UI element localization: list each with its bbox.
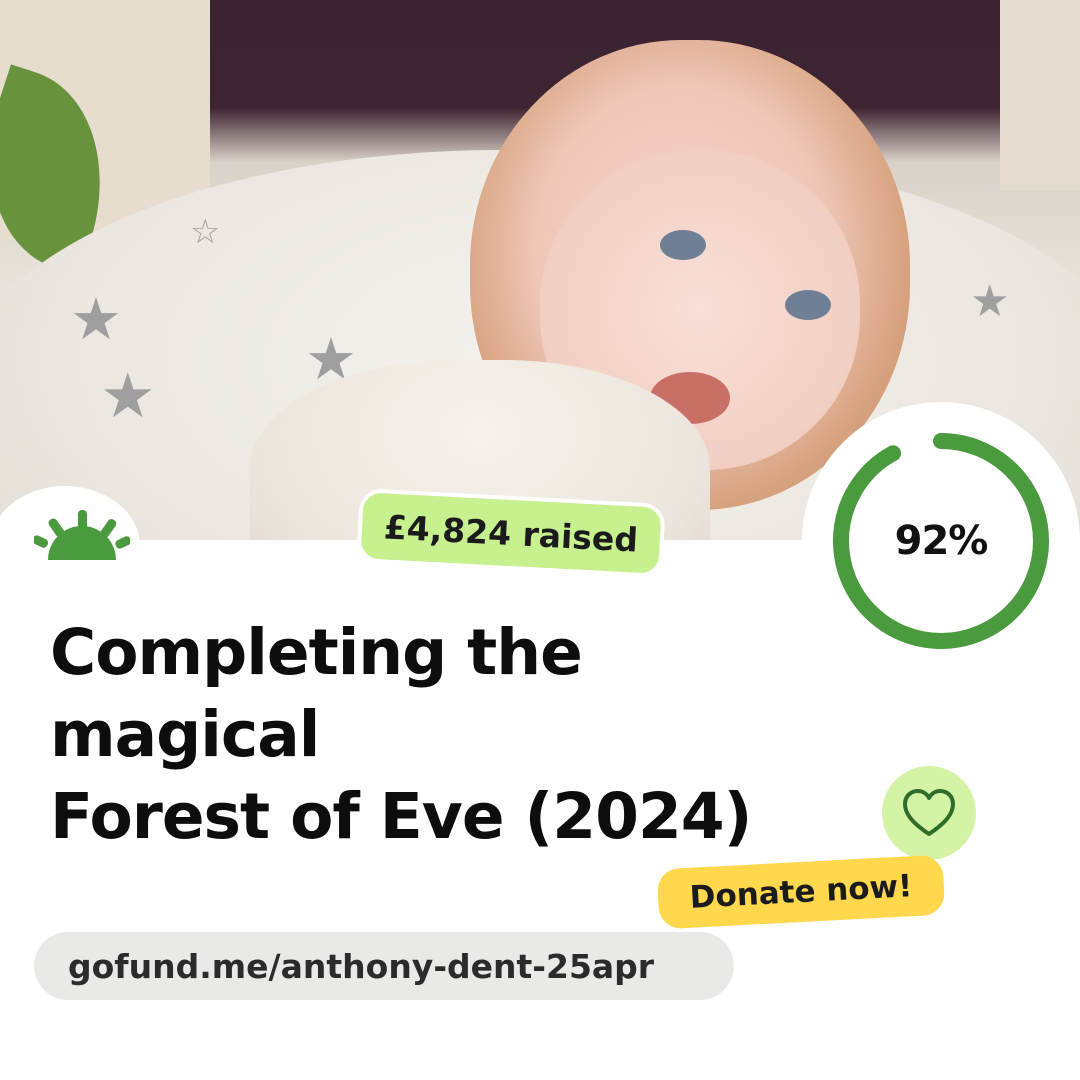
campaign-title-line-1: Completing the magical [50, 616, 583, 771]
campaign-title: Completing the magical Forest of Eve (20… [50, 612, 810, 858]
campaign-title-line-2: Forest of Eve (2024) [50, 780, 752, 853]
photo-pillow-star: ★ [70, 285, 122, 353]
photo-pillow-star: ★ [100, 359, 156, 432]
photo-wall [1000, 0, 1080, 190]
heart-badge [882, 766, 976, 860]
heart-icon [903, 789, 955, 836]
amount-raised-badge: £4,824 raised [356, 488, 666, 578]
gofundme-logo-icon [34, 510, 130, 560]
photo-child-eye [660, 230, 706, 260]
campaign-url-link[interactable]: gofund.me/anthony-dent-25apr [34, 932, 734, 1000]
photo-pillow-star: ☆ [190, 212, 221, 252]
progress-percent: 92% [894, 518, 989, 564]
photo-child-eye [785, 290, 831, 320]
donate-now-button[interactable]: Donate now! [656, 854, 946, 930]
photo-pillow-star: ★ [970, 276, 1010, 327]
progress-ring: 92% [802, 402, 1080, 680]
